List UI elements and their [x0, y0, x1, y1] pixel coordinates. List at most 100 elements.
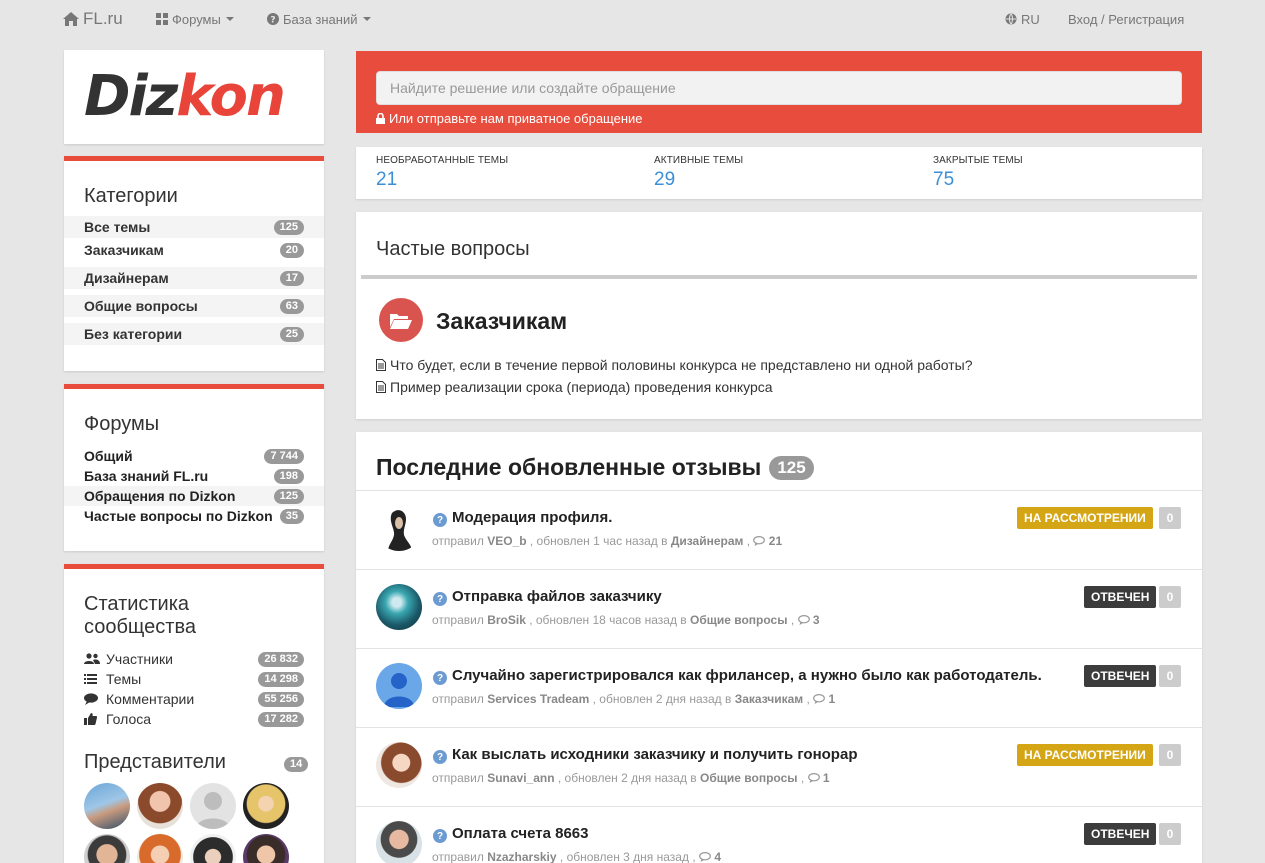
review-title[interactable]: Отправка файлов заказчику — [452, 588, 662, 605]
category-uncategorized[interactable]: Без категории 25 — [64, 323, 324, 345]
vote-count[interactable]: 0 — [1159, 665, 1181, 687]
question-icon: ? — [433, 592, 447, 606]
list-item[interactable]: ? Отправка файлов заказчику отправил Bro… — [356, 569, 1202, 648]
dizkon-logo[interactable]: Dizkon — [84, 64, 286, 129]
faq-category-title[interactable]: Заказчикам — [436, 308, 567, 335]
category-link[interactable]: Общие вопросы — [700, 771, 797, 785]
comments-icon — [797, 615, 810, 625]
forum-dizkon-faq[interactable]: Частые вопросы по Dizkon 35 — [64, 506, 324, 526]
comment-count: 4 — [714, 850, 722, 863]
author-link[interactable]: BroSik — [487, 613, 526, 627]
community-title: Статистика сообщества — [84, 593, 196, 639]
stat-label: Голоса — [106, 711, 152, 727]
review-title[interactable]: Модерация профиля. — [452, 509, 612, 526]
stat-unprocessed[interactable]: НЕОБРАБОТАННЫЕ ТЕМЫ 21 — [376, 155, 508, 191]
forums-panel: Форумы Общий 7 744 База знаний FL.ru 198 О… — [64, 384, 324, 551]
login-link[interactable]: Вход / Регистрация — [1068, 0, 1184, 38]
avatar — [376, 584, 422, 630]
updated-text: , обновлен 2 дня назад в — [592, 692, 732, 706]
topic-stats-card: НЕОБРАБОТАННЫЕ ТЕМЫ 21 АКТИВНЫЕ ТЕМЫ 29 … — [356, 147, 1202, 199]
forum-knowledge-base[interactable]: База знаний FL.ru 198 — [64, 466, 324, 486]
forum-count: 35 — [279, 508, 304, 524]
status-badge: ОТВЕЧЕН — [1084, 665, 1157, 687]
private-request-link[interactable]: Или отправьте нам приватное обращение — [376, 111, 643, 126]
search-input[interactable]: Найдите решение или создайте обращение — [376, 71, 1182, 105]
review-title[interactable]: Случайно зарегистрировался как фрилансер… — [452, 667, 1042, 684]
forum-count: 125 — [273, 488, 304, 504]
category-link[interactable]: Заказчикам — [735, 692, 803, 706]
rep-avatar[interactable] — [190, 834, 236, 863]
categories-title: Категории — [84, 185, 178, 207]
updated-text: , обновлен 18 часов назад в — [529, 613, 687, 627]
avatar — [376, 505, 422, 551]
knowledge-dropdown[interactable]: ? База знаний — [267, 0, 371, 38]
private-request-label: Или отправьте нам приватное обращение — [389, 111, 643, 126]
forum-dizkon-requests[interactable]: Обращения по Dizkon 125 — [64, 486, 324, 506]
category-count: 63 — [279, 298, 304, 314]
review-meta: отправил VEO_b , обновлен 1 час назад в … — [432, 534, 783, 548]
comments-icon — [807, 773, 820, 783]
language-switch[interactable]: RU — [1005, 0, 1040, 38]
folder-open-icon — [379, 298, 423, 342]
home-link[interactable]: FL.ru — [63, 0, 123, 38]
updated-text: , обновлен 3 дня назад — [559, 850, 689, 863]
category-all[interactable]: Все темы 125 — [64, 216, 324, 238]
rep-avatar[interactable] — [137, 783, 183, 829]
author-link[interactable]: Sunavi_ann — [487, 771, 554, 785]
author-link[interactable]: Services Tradeam — [487, 692, 589, 706]
vote-count[interactable]: 0 — [1159, 507, 1181, 529]
logo-text-part1: Diz — [84, 64, 178, 129]
forum-general[interactable]: Общий 7 744 — [64, 446, 324, 466]
question-icon: ? — [433, 750, 447, 764]
category-link[interactable]: Общие вопросы — [690, 613, 787, 627]
rep-avatar[interactable] — [243, 783, 289, 829]
reviews-count: 125 — [769, 455, 814, 480]
forums-dropdown[interactable]: Форумы — [156, 0, 234, 38]
list-item[interactable]: ? Как выслать исходники заказчику и полу… — [356, 727, 1202, 806]
rep-avatar[interactable] — [84, 834, 130, 863]
rep-avatar[interactable] — [137, 834, 183, 863]
category-label: Дизайнерам — [84, 270, 169, 286]
review-title[interactable]: Оплата счета 8663 — [452, 825, 589, 842]
author-link[interactable]: VEO_b — [487, 534, 526, 548]
sent-by-label: отправил — [432, 692, 484, 706]
question-icon: ? — [433, 829, 447, 843]
stat-comments: Комментарии 55 256 — [84, 689, 304, 709]
stat-label: АКТИВНЫЕ ТЕМЫ — [654, 155, 744, 166]
vote-count[interactable]: 0 — [1159, 744, 1181, 766]
vote-count[interactable]: 0 — [1159, 586, 1181, 608]
search-banner: Найдите решение или создайте обращение И… — [356, 51, 1202, 133]
list-item[interactable]: ? Оплата счета 8663 отправил Nzazharskiy… — [356, 806, 1202, 863]
question-icon: ? — [433, 671, 447, 685]
category-general[interactable]: Общие вопросы 63 — [64, 295, 324, 317]
comment-count: 3 — [812, 613, 820, 627]
category-link[interactable]: Дизайнерам — [671, 534, 744, 548]
category-count: 20 — [279, 242, 304, 258]
category-designers[interactable]: Дизайнерам 17 — [64, 267, 324, 289]
sent-by-label: отправил — [432, 534, 484, 548]
faq-question[interactable]: Пример реализации срока (периода) провед… — [376, 379, 773, 395]
review-title[interactable]: Как выслать исходники заказчику и получи… — [452, 746, 857, 763]
file-text-icon — [376, 359, 386, 371]
chevron-down-icon — [225, 17, 234, 21]
stat-closed[interactable]: ЗАКРЫТЫЕ ТЕМЫ 75 — [933, 155, 1023, 191]
comments-icon — [699, 852, 711, 862]
list-item[interactable]: ? Модерация профиля. отправил VEO_b , об… — [356, 490, 1202, 569]
list-item[interactable]: ? Случайно зарегистрировался как фриланс… — [356, 648, 1202, 727]
author-link[interactable]: Nzazharskiy — [487, 850, 556, 863]
faq-question[interactable]: Что будет, если в течение первой половин… — [376, 357, 973, 373]
reviews-title: Последние обновленные отзывы — [376, 454, 762, 480]
chevron-down-icon — [362, 17, 371, 21]
stat-label: Темы — [106, 671, 142, 687]
rep-avatar[interactable] — [243, 834, 289, 863]
vote-count[interactable]: 0 — [1159, 823, 1181, 845]
avatar — [376, 821, 422, 863]
avatar — [376, 663, 422, 709]
avatar — [376, 742, 422, 788]
grid-icon — [156, 13, 168, 25]
stat-active[interactable]: АКТИВНЫЕ ТЕМЫ 29 — [654, 155, 743, 191]
category-customers[interactable]: Заказчикам 20 — [64, 239, 324, 261]
faq-question-label: Пример реализации срока (периода) провед… — [390, 379, 773, 395]
rep-avatar[interactable] — [190, 783, 236, 829]
rep-avatar[interactable] — [84, 783, 130, 829]
